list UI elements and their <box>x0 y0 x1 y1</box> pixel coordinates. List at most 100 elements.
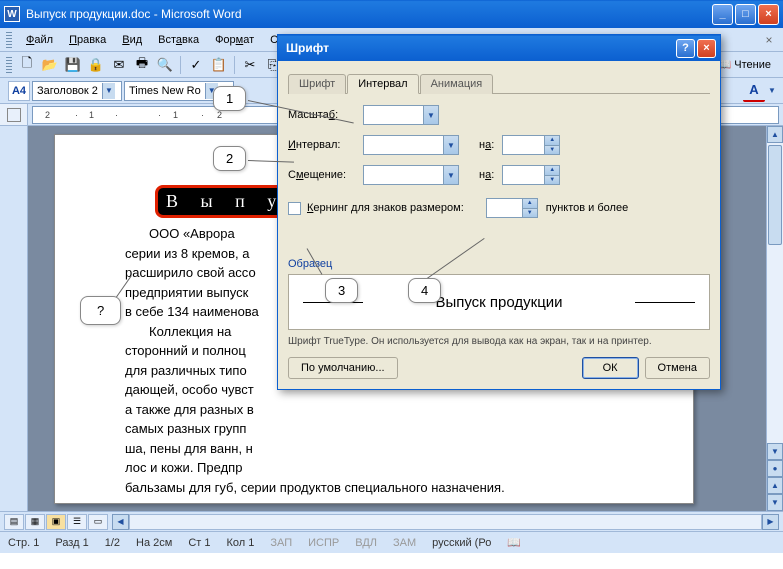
normal-view-icon[interactable]: ▤ <box>4 514 24 530</box>
tab-spacing[interactable]: Интервал <box>347 74 418 94</box>
save-icon[interactable]: 💾 <box>62 54 84 76</box>
tab-animation[interactable]: Анимация <box>420 74 494 94</box>
vertical-ruler[interactable] <box>0 126 28 511</box>
new-doc-icon[interactable]: 🗋 <box>16 54 38 76</box>
reading-mode-button[interactable]: 📖 Чтение <box>712 54 777 76</box>
dialog-tabs: Шрифт Интервал Анимация <box>288 73 710 94</box>
status-pages: 1/2 <box>105 537 120 549</box>
text-line: ООО «Аврора <box>149 226 235 241</box>
menu-edit[interactable]: Правка <box>61 32 114 48</box>
callout-3: 3 <box>325 278 358 303</box>
chevron-down-icon: ▼ <box>443 136 458 154</box>
style-combo[interactable]: Заголовок 2 ▼ <box>32 81 122 101</box>
scroll-down-icon[interactable]: ▼ <box>767 443 783 460</box>
print-view-icon[interactable]: ▣ <box>46 514 66 530</box>
help-button[interactable]: ? <box>676 39 695 58</box>
style-pane-icon[interactable]: A4 <box>8 81 30 101</box>
cut-icon[interactable]: ✂ <box>239 54 261 76</box>
print-icon[interactable]: 🖶 <box>131 54 153 76</box>
text-line: для различных типо <box>125 363 247 378</box>
dialog-close-button[interactable]: × <box>697 39 716 58</box>
text-line: предприятии выпуск <box>125 285 248 300</box>
book-icon[interactable]: 📖 <box>507 536 521 549</box>
spin-up-icon[interactable]: ▲ <box>545 166 559 176</box>
status-ext[interactable]: ВДЛ <box>355 537 377 549</box>
maximize-button[interactable]: □ <box>735 4 756 25</box>
font-dialog: Шрифт ? × Шрифт Интервал Анимация Масшта… <box>277 34 721 390</box>
ruler-tick: · <box>75 110 78 120</box>
status-at: На 2см <box>136 537 172 549</box>
ok-button[interactable]: ОК <box>582 357 639 379</box>
status-trk[interactable]: ИСПР <box>308 537 339 549</box>
minimize-button[interactable]: _ <box>712 4 733 25</box>
close-button[interactable]: × <box>758 4 779 25</box>
reading-view-icon[interactable]: ▭ <box>88 514 108 530</box>
close-doc-button[interactable]: × <box>761 32 777 48</box>
scroll-track[interactable] <box>767 143 783 443</box>
scale-combo[interactable]: ▼ <box>363 105 439 125</box>
dialog-titlebar[interactable]: Шрифт ? × <box>278 35 720 61</box>
spin-down-icon[interactable]: ▼ <box>523 209 537 218</box>
position-by-spinner[interactable]: ▲▼ <box>502 165 560 185</box>
spin-down-icon[interactable]: ▼ <box>545 146 559 155</box>
font-value: Times New Ro <box>129 85 201 97</box>
chevron-down-icon[interactable]: ▼ <box>767 86 777 95</box>
grip-icon[interactable] <box>6 57 12 73</box>
status-ovr[interactable]: ЗАМ <box>393 537 416 549</box>
spacing-combo[interactable]: ▼ <box>363 135 459 155</box>
text-line: а также для разных в <box>125 402 254 417</box>
status-rec[interactable]: ЗАП <box>270 537 292 549</box>
sample-label: Образец <box>288 258 710 270</box>
next-page-icon[interactable]: ▼ <box>767 494 783 511</box>
kerning-suffix: пунктов и более <box>546 202 628 214</box>
font-hint: Шрифт TrueType. Он используется для выво… <box>288 336 710 347</box>
spin-up-icon[interactable]: ▲ <box>523 199 537 209</box>
text-line: лос и кожи. Предпр <box>125 460 242 475</box>
menu-view[interactable]: Вид <box>114 32 150 48</box>
font-color-icon[interactable]: A <box>743 80 765 102</box>
scroll-track[interactable] <box>129 514 762 530</box>
scroll-right-icon[interactable]: ▶ <box>762 514 779 530</box>
email-icon[interactable]: ✉ <box>108 54 130 76</box>
open-icon[interactable]: 📂 <box>39 54 61 76</box>
scroll-left-icon[interactable]: ◀ <box>112 514 129 530</box>
vertical-scrollbar[interactable]: ▲ ▼ ● ▲ ▼ <box>766 126 783 511</box>
spacing-by-spinner[interactable]: ▲▼ <box>502 135 560 155</box>
kerning-spinner[interactable]: ▲▼ <box>486 198 538 218</box>
text-line: бальзамы для губ, серии продуктов специа… <box>125 480 505 495</box>
default-button[interactable]: По умолчанию... <box>288 357 398 379</box>
spellcheck-icon[interactable]: ✓ <box>185 54 207 76</box>
spin-up-icon[interactable]: ▲ <box>545 136 559 146</box>
menu-insert[interactable]: Вставка <box>150 32 207 48</box>
menu-format[interactable]: Формат <box>207 32 262 48</box>
kerning-label: Кернинг для знаков размером: <box>307 202 464 214</box>
statusbar: Стр. 1 Разд 1 1/2 На 2см Ст 1 Кол 1 ЗАП … <box>0 531 783 553</box>
status-line: Ст 1 <box>188 537 210 549</box>
outline-view-icon[interactable]: ☰ <box>67 514 87 530</box>
web-view-icon[interactable]: ▦ <box>25 514 45 530</box>
permission-icon[interactable]: 🔒 <box>85 54 107 76</box>
ruler-tick: 1 <box>173 110 178 120</box>
scroll-up-icon[interactable]: ▲ <box>767 126 783 143</box>
status-lang[interactable]: русский (Ро <box>432 537 491 549</box>
kerning-checkbox[interactable] <box>288 202 301 215</box>
callout-1: 1 <box>213 86 246 111</box>
research-icon[interactable]: 📋 <box>208 54 230 76</box>
cancel-button[interactable]: Отмена <box>645 357 710 379</box>
grip-icon[interactable] <box>6 32 12 48</box>
spin-down-icon[interactable]: ▼ <box>545 176 559 185</box>
text-line: ша, пены для ванн, н <box>125 441 253 456</box>
tab-font[interactable]: Шрифт <box>288 74 346 94</box>
position-label: Смещение: <box>288 169 363 181</box>
scroll-thumb[interactable] <box>768 145 782 245</box>
sample-text: Выпуск продукции <box>435 294 562 311</box>
text-line: сторонний и полноц <box>125 343 246 358</box>
horizontal-scrollbar[interactable]: ◀ ▶ <box>112 514 779 530</box>
tab-selector[interactable] <box>0 104 28 125</box>
position-combo[interactable]: ▼ <box>363 165 459 185</box>
browse-object-icon[interactable]: ● <box>767 460 783 477</box>
preview-icon[interactable]: 🔍 <box>154 54 176 76</box>
prev-page-icon[interactable]: ▲ <box>767 477 783 494</box>
menu-file[interactable]: Файл <box>18 32 61 48</box>
chevron-down-icon: ▼ <box>443 166 458 184</box>
